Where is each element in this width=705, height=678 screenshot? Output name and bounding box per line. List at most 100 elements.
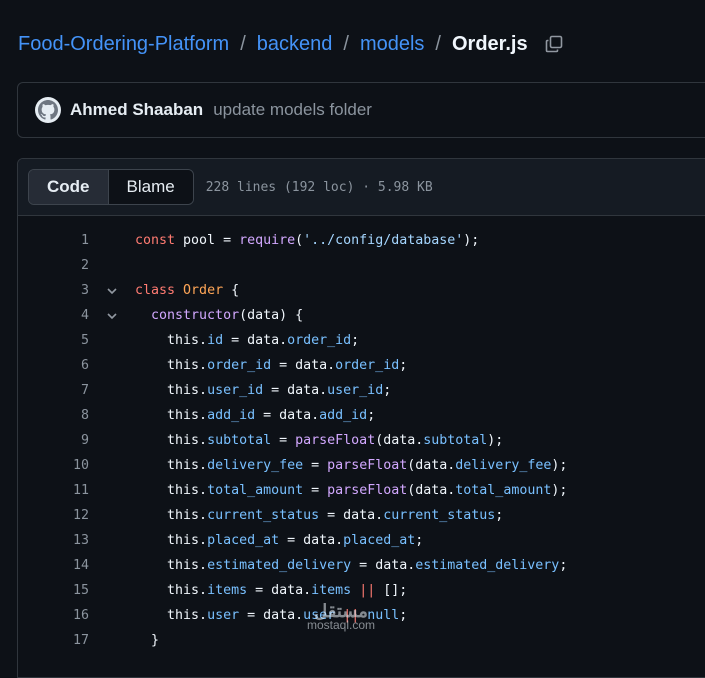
code-token: add_id: [319, 408, 368, 423]
line-source: this.total_amount = parseFloat(data.tota…: [135, 483, 567, 498]
line-source: this.user_id = data.user_id;: [135, 383, 391, 398]
code-token: );: [551, 458, 568, 473]
watermark-latin: mostaql.com: [307, 618, 376, 632]
code-token: this.: [135, 433, 208, 448]
copy-icon[interactable]: [544, 34, 564, 54]
code-token: '../config/database': [303, 233, 464, 248]
line-number[interactable]: 17: [18, 633, 89, 648]
code-token: this.: [135, 333, 208, 348]
code-token: = data.: [263, 383, 328, 398]
watermark-arabic: مستقل: [314, 601, 368, 621]
breadcrumb-models-link[interactable]: models: [360, 33, 424, 56]
code-token: this.: [135, 408, 208, 423]
code-token: = data.: [319, 508, 384, 523]
code-line: 14 this.estimated_delivery = data.estima…: [18, 553, 705, 578]
code-token: add_id: [207, 408, 256, 423]
file-viewer: Code Blame 228 lines (192 loc) · 5.98 KB…: [17, 158, 705, 678]
line-number[interactable]: 7: [18, 383, 89, 398]
code-token: = data.: [247, 583, 312, 598]
code-line: 6 this.order_id = data.order_id;: [18, 353, 705, 378]
code-line: 13 this.placed_at = data.placed_at;: [18, 528, 705, 553]
breadcrumb-repo-link[interactable]: Food-Ordering-Platform: [18, 33, 229, 56]
code-token: this.: [135, 358, 208, 373]
code-token: pool =: [175, 233, 240, 248]
code-view: 1 const pool = require('../config/databas…: [18, 216, 705, 653]
breadcrumb-backend-link[interactable]: backend: [257, 33, 333, 56]
chevron-down-icon[interactable]: [89, 310, 135, 322]
line-source: const pool = require('../config/database…: [135, 233, 479, 248]
breadcrumb: Food-Ordering-Platform / backend / model…: [18, 28, 564, 60]
code-token: user_id: [207, 383, 264, 398]
code-token: estimated_delivery: [415, 558, 560, 573]
line-source: constructor(data) {: [135, 308, 303, 323]
line-number[interactable]: 15: [18, 583, 89, 598]
code-line: 5 this.id = data.order_id;: [18, 328, 705, 353]
tab-code[interactable]: Code: [29, 170, 109, 204]
code-token: = data.: [351, 558, 416, 573]
line-number[interactable]: 14: [18, 558, 89, 573]
code-line: 9 this.subtotal = parseFloat(data.subtot…: [18, 428, 705, 453]
line-source: this.add_id = data.add_id;: [135, 408, 375, 423]
line-number[interactable]: 6: [18, 358, 89, 373]
line-number[interactable]: 10: [18, 458, 89, 473]
code-token: this.: [135, 508, 208, 523]
code-line: 10 this.delivery_fee = parseFloat(data.d…: [18, 453, 705, 478]
code-token: (data.: [375, 433, 424, 448]
code-token: ;: [367, 408, 376, 423]
line-number[interactable]: 2: [18, 258, 89, 273]
code-line: 2: [18, 253, 705, 278]
line-number[interactable]: 1: [18, 233, 89, 248]
code-line: 3 class Order {: [18, 278, 705, 303]
code-token: = data.: [223, 333, 288, 348]
view-toggle: Code Blame: [28, 169, 194, 205]
code-token: constructor: [151, 308, 240, 323]
line-source: this.id = data.order_id;: [135, 333, 359, 348]
code-token: items: [207, 583, 248, 598]
line-source: this.delivery_fee = parseFloat(data.deli…: [135, 458, 567, 473]
code-line: 7 this.user_id = data.user_id;: [18, 378, 705, 403]
line-number[interactable]: 13: [18, 533, 89, 548]
line-number[interactable]: 8: [18, 408, 89, 423]
code-token: require: [239, 233, 296, 248]
commit-author[interactable]: Ahmed Shaaban: [70, 100, 203, 120]
commit-message[interactable]: update models folder: [213, 100, 372, 120]
code-token: ;: [399, 358, 408, 373]
code-token: (: [295, 233, 304, 248]
code-token: const: [135, 233, 176, 248]
code-token: subtotal: [207, 433, 272, 448]
github-avatar-icon[interactable]: [35, 97, 61, 123]
line-source: class Order {: [135, 283, 239, 298]
code-token: = data.: [279, 533, 344, 548]
code-line: 12 this.current_status = data.current_st…: [18, 503, 705, 528]
code-token: (data.: [407, 483, 456, 498]
code-token: parseFloat: [327, 458, 408, 473]
code-token: {: [223, 283, 240, 298]
code-token: );: [463, 233, 480, 248]
code-token: total_amount: [207, 483, 304, 498]
line-number[interactable]: 9: [18, 433, 89, 448]
code-token: current_status: [383, 508, 496, 523]
tab-blame[interactable]: Blame: [108, 170, 193, 204]
code-token: placed_at: [207, 533, 280, 548]
watermark-logo: مستقل mostaql.com: [307, 601, 376, 632]
code-token: this.: [135, 483, 208, 498]
code-token: order_id: [287, 333, 352, 348]
code-token: =: [303, 458, 328, 473]
line-number[interactable]: 5: [18, 333, 89, 348]
breadcrumb-separator: /: [435, 32, 441, 55]
code-token: this.: [135, 533, 208, 548]
line-number[interactable]: 3: [18, 283, 89, 298]
line-number[interactable]: 16: [18, 608, 89, 623]
code-token: Order: [183, 283, 224, 298]
line-source: this.current_status = data.current_statu…: [135, 508, 503, 523]
chevron-down-icon[interactable]: [89, 285, 135, 297]
code-token: (data) {: [239, 308, 304, 323]
line-source: this.items = data.items || [];: [135, 583, 407, 598]
line-number[interactable]: 12: [18, 508, 89, 523]
line-number[interactable]: 4: [18, 308, 89, 323]
code-token: = data.: [255, 408, 320, 423]
line-number[interactable]: 11: [18, 483, 89, 498]
code-line: 15 this.items = data.items || [];: [18, 578, 705, 603]
